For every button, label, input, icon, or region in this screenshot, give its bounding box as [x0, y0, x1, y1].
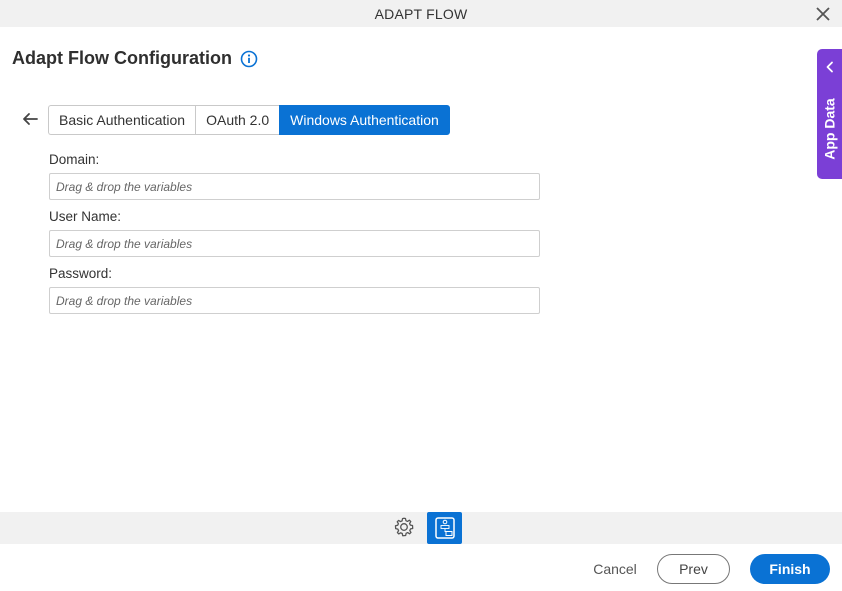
domain-label: Domain:	[49, 152, 100, 167]
username-input[interactable]: Drag & drop the variables	[49, 230, 540, 257]
close-icon[interactable]	[814, 5, 832, 23]
tab-basic-authentication[interactable]: Basic Authentication	[48, 105, 196, 135]
password-label: Password:	[49, 266, 113, 281]
bottom-toolbar	[0, 512, 842, 544]
username-label: User Name:	[49, 209, 122, 224]
gear-icon[interactable]	[393, 516, 415, 538]
finish-button[interactable]: Finish	[750, 554, 830, 584]
app-data-panel-toggle[interactable]: App Data	[817, 49, 842, 179]
app-data-label-wrap: App Data	[819, 93, 841, 165]
domain-field-group: Domain: Drag & drop the variables	[49, 152, 540, 200]
title-bar: ADAPT FLOW	[0, 0, 842, 27]
page-title: Adapt Flow Configuration	[12, 48, 232, 68]
password-input[interactable]: Drag & drop the variables	[49, 287, 540, 314]
app-data-label: App Data	[822, 98, 839, 160]
prev-button[interactable]: Prev	[657, 554, 730, 584]
window-title: ADAPT FLOW	[374, 5, 468, 22]
flow-diagram-button[interactable]	[427, 512, 462, 544]
chevron-left-icon	[826, 61, 833, 73]
password-field-group: Password: Drag & drop the variables	[49, 266, 540, 314]
username-field-group: User Name: Drag & drop the variables	[49, 209, 540, 257]
flow-diagram-icon	[434, 517, 455, 539]
info-icon[interactable]	[240, 50, 258, 68]
tab-oauth[interactable]: OAuth 2.0	[195, 105, 280, 135]
back-arrow-icon[interactable]	[21, 111, 39, 127]
tab-windows-authentication[interactable]: Windows Authentication	[279, 105, 450, 135]
page-heading: Adapt Flow Configuration	[12, 48, 258, 69]
cancel-button[interactable]: Cancel	[589, 554, 641, 584]
auth-tabs: Basic Authentication OAuth 2.0 Windows A…	[48, 105, 450, 135]
domain-input[interactable]: Drag & drop the variables	[49, 173, 540, 200]
